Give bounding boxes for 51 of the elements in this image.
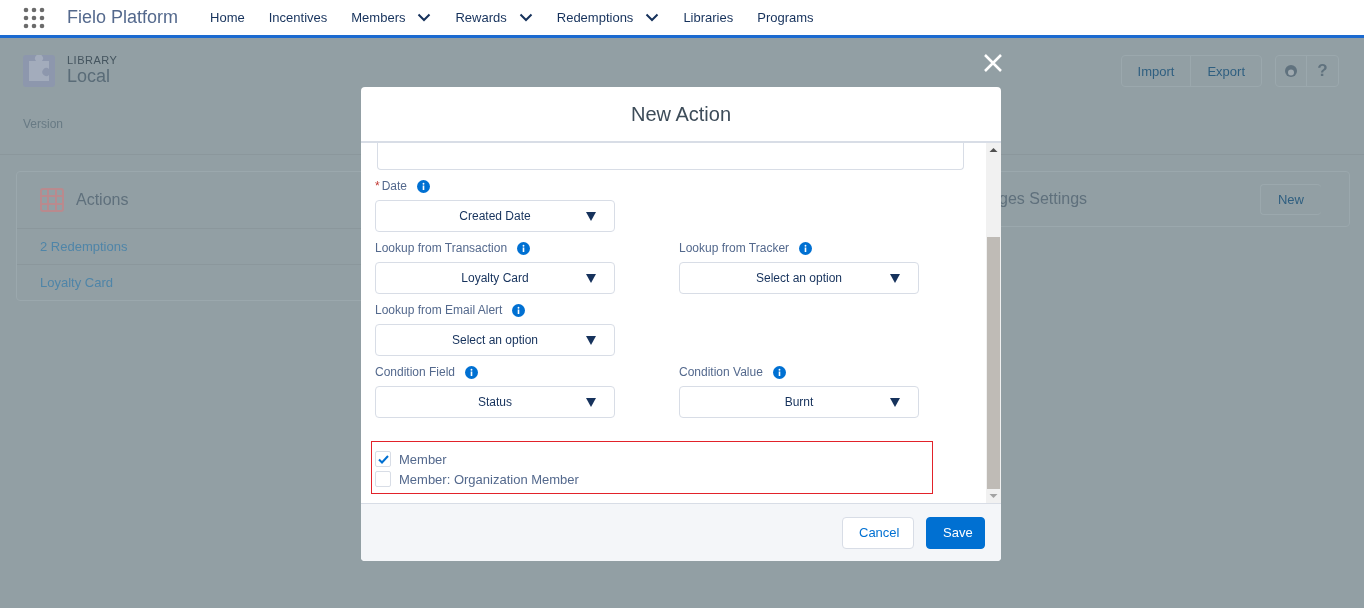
dropdown-arrow-icon (890, 273, 900, 283)
save-button[interactable]: Save (926, 516, 985, 549)
dropdown-arrow-icon (890, 397, 900, 407)
field-label: Lookup from Transaction (375, 241, 508, 255)
info-icon[interactable] (799, 241, 813, 255)
scrollbar[interactable] (986, 143, 1001, 503)
checkbox[interactable] (375, 451, 391, 467)
select-dropdown[interactable]: Created Date (375, 200, 615, 232)
select-dropdown[interactable]: Status (375, 386, 615, 418)
nav-tab[interactable]: Incentives (268, 10, 328, 25)
close-icon[interactable] (983, 53, 1003, 73)
select-dropdown[interactable]: Select an option (679, 262, 919, 294)
nav-tab[interactable]: Members (351, 10, 406, 25)
field-label: Condition Field (375, 365, 456, 379)
nav-tab[interactable]: Programs (757, 10, 814, 25)
record-type-label: LIBRARY (67, 54, 118, 66)
info-icon[interactable] (417, 179, 431, 193)
checkbox[interactable] (375, 471, 391, 487)
field-label: Condition Value (679, 365, 763, 379)
info-icon[interactable] (517, 241, 531, 255)
info-icon[interactable] (465, 365, 479, 379)
nav-tab[interactable]: Home (210, 10, 245, 25)
app-launcher-icon[interactable] (23, 6, 45, 29)
dropdown-arrow-icon (586, 273, 596, 283)
record-title: Local (67, 66, 112, 87)
field-label: Lookup from Email Alert (375, 303, 503, 317)
modal-title: New Action (630, 102, 732, 126)
info-icon[interactable] (512, 303, 526, 317)
select-dropdown[interactable]: Select an option (375, 324, 615, 356)
field-label: * Date (375, 179, 408, 193)
select-dropdown[interactable]: Burnt (679, 386, 919, 418)
puzzle-icon (23, 55, 55, 87)
chevron-down-icon[interactable] (645, 13, 660, 22)
nav-tab[interactable]: Redemptions (556, 10, 634, 25)
nav-tab[interactable]: Rewards (455, 10, 507, 25)
dropdown-arrow-icon (586, 335, 596, 345)
dropdown-arrow-icon (586, 211, 596, 221)
nav-tab[interactable]: Libraries (683, 10, 734, 25)
checkbox-label: Member: Organization Member (399, 471, 579, 487)
select-dropdown[interactable]: Loyalty Card (375, 262, 615, 294)
dropdown-arrow-icon (586, 397, 596, 407)
avatar-icon (1284, 64, 1298, 78)
app-title: Fielo Platform (67, 7, 179, 28)
grid-icon (40, 188, 64, 212)
field-label: Lookup from Tracker (679, 241, 790, 255)
chevron-down-icon[interactable] (417, 13, 432, 22)
info-icon[interactable] (772, 365, 786, 379)
checkbox-label: Member (399, 451, 447, 467)
cancel-button[interactable]: Cancel (842, 516, 914, 549)
text-field[interactable] (377, 143, 964, 170)
chevron-down-icon[interactable] (518, 13, 533, 22)
